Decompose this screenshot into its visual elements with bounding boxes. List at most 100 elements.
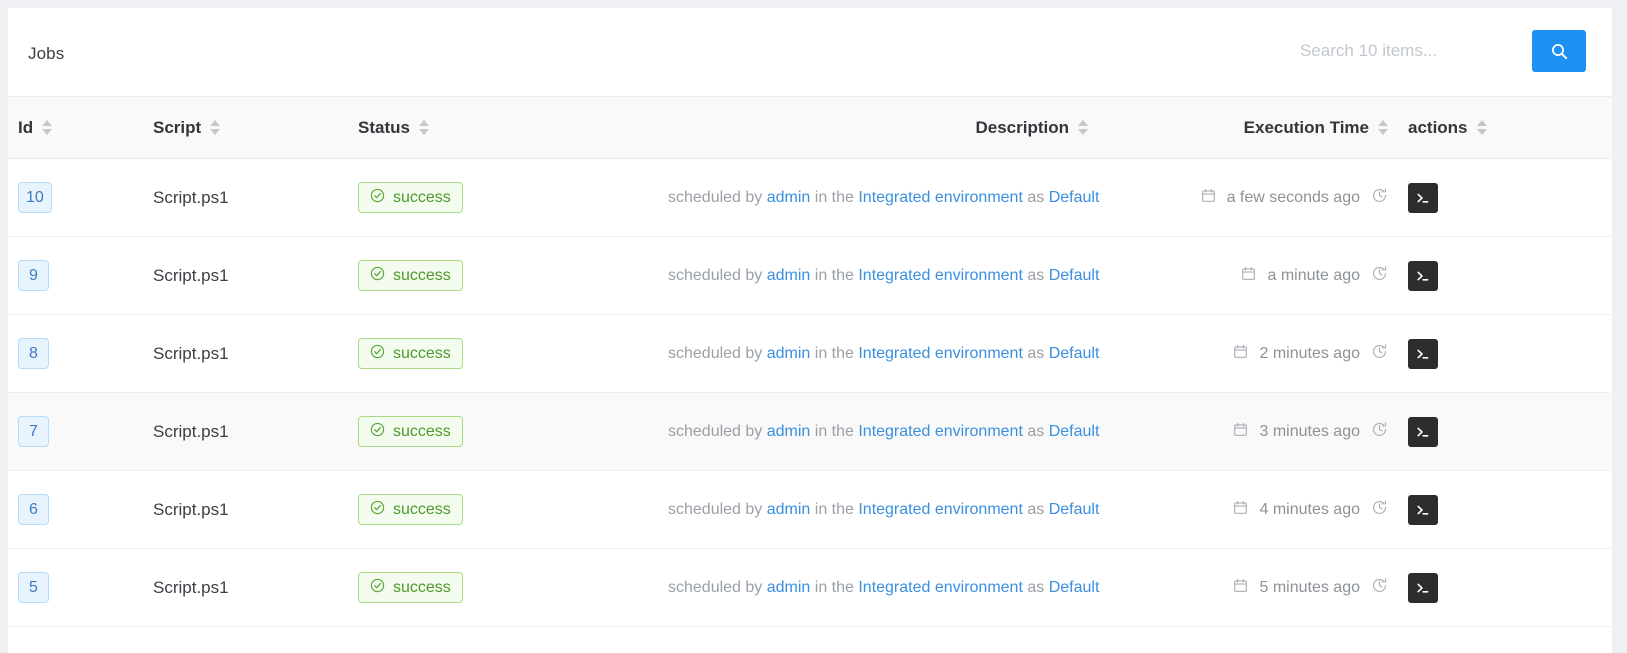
clock-icon[interactable]: [1371, 343, 1388, 365]
cell-description: scheduled by admin in the Integrated env…: [658, 548, 1100, 627]
check-circle-icon: [370, 500, 385, 520]
desc-credential-link[interactable]: Default: [1049, 189, 1100, 206]
execution-time-text: a few seconds ago: [1226, 188, 1360, 206]
desc-user-link[interactable]: admin: [767, 267, 811, 284]
column-header-actions[interactable]: actions: [1398, 96, 1612, 159]
open-terminal-button[interactable]: [1408, 338, 1438, 369]
terminal-icon: [1415, 502, 1431, 518]
clock-icon[interactable]: [1371, 187, 1388, 209]
open-terminal-button[interactable]: [1408, 494, 1438, 525]
desc-environment-link[interactable]: Integrated environment: [858, 189, 1023, 206]
check-circle-icon: [370, 266, 385, 286]
job-id-badge[interactable]: 10: [18, 182, 52, 213]
cell-description: scheduled by admin in the Integrated env…: [658, 236, 1100, 315]
table-row[interactable]: 5 Script.ps1 success scheduled by admin in …: [8, 548, 1612, 627]
clock-icon[interactable]: [1371, 421, 1388, 443]
open-terminal-button[interactable]: [1408, 260, 1438, 291]
table-row[interactable]: 8 Script.ps1 success scheduled by admin in …: [8, 314, 1612, 393]
status-badge[interactable]: success: [358, 494, 463, 525]
desc-environment-link[interactable]: Integrated environment: [858, 579, 1023, 596]
desc-credential-link[interactable]: Default: [1049, 267, 1100, 284]
sort-icon-script[interactable]: [210, 120, 221, 135]
status-badge[interactable]: success: [358, 260, 463, 291]
sort-icon-description[interactable]: [1078, 120, 1088, 135]
open-terminal-button[interactable]: [1408, 572, 1438, 603]
cell-actions: [1398, 470, 1612, 549]
desc-user-link[interactable]: admin: [767, 189, 811, 206]
clock-icon[interactable]: [1371, 499, 1388, 521]
clock-icon: [1373, 577, 1387, 592]
script-name: Script.ps1: [153, 577, 229, 597]
job-id-badge[interactable]: 9: [18, 260, 49, 291]
clock-icon[interactable]: [1371, 265, 1388, 287]
desc-suffix: as: [1022, 578, 1049, 596]
desc-environment-link[interactable]: Integrated environment: [858, 423, 1023, 440]
terminal-icon: [1415, 580, 1431, 596]
open-terminal-button[interactable]: [1408, 416, 1438, 447]
status-badge[interactable]: success: [358, 416, 463, 447]
status-badge[interactable]: success: [358, 182, 463, 213]
desc-environment-link[interactable]: Integrated environment: [858, 345, 1023, 362]
column-label-execution-time: Execution Time: [1243, 117, 1369, 137]
open-terminal-button[interactable]: [1408, 182, 1438, 213]
cell-execution-time: 2 minutes ago: [1098, 314, 1398, 393]
cell-execution-time: a minute ago: [1098, 236, 1398, 315]
cell-actions: [1398, 548, 1612, 627]
column-header-script[interactable]: Script: [143, 96, 348, 159]
terminal-icon: [1415, 268, 1431, 284]
jobs-table: Id Script Status Description Execution T…: [8, 96, 1612, 627]
desc-credential-link[interactable]: Default: [1049, 579, 1100, 596]
table-row[interactable]: 9 Script.ps1 success scheduled by admin in …: [8, 236, 1612, 315]
desc-environment-link[interactable]: Integrated environment: [858, 501, 1023, 518]
desc-user-link[interactable]: admin: [767, 579, 811, 596]
desc-user-link[interactable]: admin: [767, 501, 811, 518]
desc-credential-link[interactable]: Default: [1049, 423, 1100, 440]
desc-environment-link[interactable]: Integrated environment: [858, 267, 1023, 284]
column-header-execution-time[interactable]: Execution Time: [1098, 96, 1398, 159]
table-row[interactable]: 10 Script.ps1 success scheduled by admin in…: [8, 158, 1612, 237]
sort-icon-execution-time[interactable]: [1378, 120, 1388, 135]
sort-icon-actions[interactable]: [1476, 120, 1487, 135]
column-header-id[interactable]: Id: [8, 96, 143, 159]
calendar-icon: [1242, 266, 1256, 280]
desc-credential-link[interactable]: Default: [1049, 345, 1100, 362]
search-button[interactable]: [1532, 30, 1586, 72]
status-badge[interactable]: success: [358, 338, 463, 369]
script-name: Script.ps1: [153, 265, 229, 285]
terminal-icon: [1417, 583, 1429, 593]
desc-credential-link[interactable]: Default: [1049, 501, 1100, 518]
desc-user-link[interactable]: admin: [767, 345, 811, 362]
job-id-badge[interactable]: 5: [18, 572, 49, 603]
status-badge[interactable]: success: [358, 572, 463, 603]
column-header-status[interactable]: Status: [348, 96, 658, 159]
desc-user-link[interactable]: admin: [767, 423, 811, 440]
job-description: scheduled by admin in the Integrated env…: [668, 501, 1099, 519]
sort-icon-id[interactable]: [42, 120, 53, 135]
desc-middle: in the: [810, 344, 859, 362]
cell-id: 9: [8, 236, 143, 315]
cell-script: Script.ps1: [143, 158, 348, 237]
sort-icon-status[interactable]: [418, 120, 429, 135]
desc-prefix: scheduled by: [668, 188, 767, 206]
job-id-badge[interactable]: 6: [18, 494, 49, 525]
job-description: scheduled by admin in the Integrated env…: [668, 423, 1099, 441]
column-header-description[interactable]: Description: [658, 96, 1098, 159]
cell-execution-time: 5 minutes ago: [1098, 548, 1398, 627]
clock-icon[interactable]: [1371, 577, 1388, 599]
cell-script: Script.ps1: [143, 392, 348, 471]
search-input[interactable]: [1300, 30, 1532, 72]
check-circle-icon: [370, 266, 385, 280]
calendar-icon: [1234, 422, 1248, 436]
check-circle-icon: [370, 188, 385, 208]
status-label: success: [393, 266, 451, 284]
job-id-badge[interactable]: 8: [18, 338, 49, 369]
calendar-icon: [1233, 500, 1248, 520]
clock-icon: [1373, 499, 1387, 514]
table-row[interactable]: 7 Script.ps1 success scheduled by admin in …: [8, 392, 1612, 471]
check-circle-icon: [370, 344, 385, 358]
cell-id: 8: [8, 314, 143, 393]
cell-id: 10: [8, 158, 143, 237]
table-row[interactable]: 6 Script.ps1 success scheduled by admin in …: [8, 470, 1612, 549]
job-id-badge[interactable]: 7: [18, 416, 49, 447]
desc-middle: in the: [810, 266, 859, 284]
